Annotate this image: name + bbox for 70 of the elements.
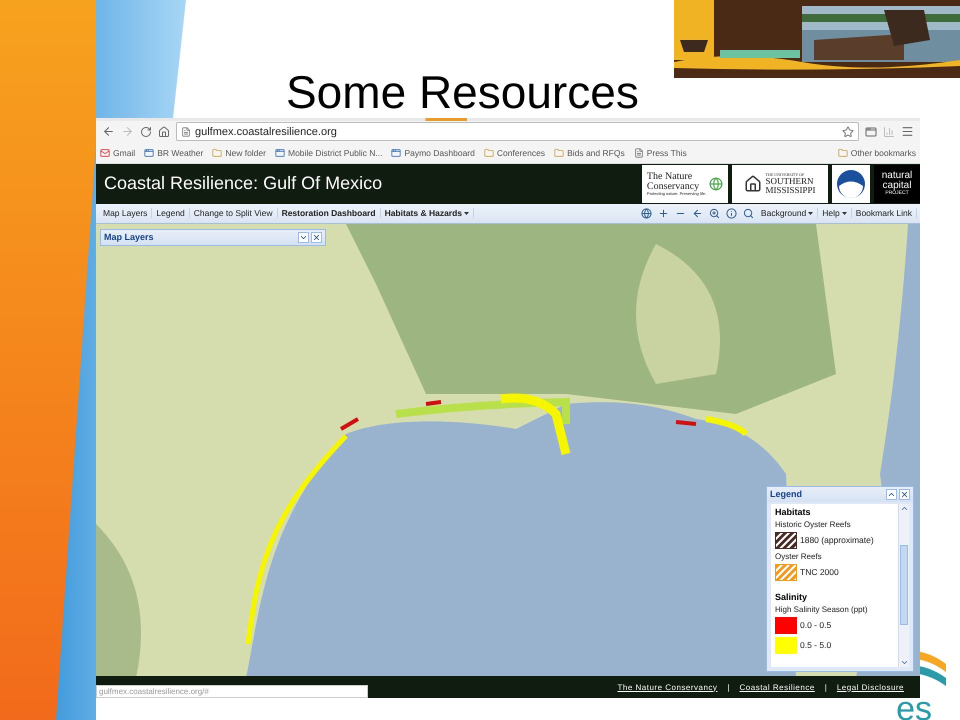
separator: | [824, 682, 827, 692]
toolbar-item[interactable]: Change to Split View [190, 208, 278, 218]
toolbar-item[interactable]: Background [756, 208, 818, 218]
panel-title: Map Layers [104, 232, 155, 242]
folder-icon [212, 148, 222, 158]
close-icon [900, 490, 909, 499]
app-title: Coastal Resilience: Gulf Of Mexico [104, 173, 384, 194]
bookmark[interactable]: Bids and RFQs [554, 148, 625, 158]
page-icon [181, 126, 191, 137]
expand-button[interactable] [298, 232, 309, 243]
footer-link[interactable]: Legal Disclosure [836, 682, 904, 692]
status-url: gulfmex.coastalresilience.org/# [96, 685, 368, 698]
reload-button[interactable] [140, 126, 152, 138]
bookmark[interactable]: Paymo Dashboard [391, 148, 475, 158]
app-icon [391, 148, 402, 158]
bookmark[interactable]: Conferences [484, 148, 546, 158]
legend-heading: Salinity [775, 592, 808, 602]
slide-title: Some Resources [286, 66, 639, 118]
bookmark[interactable]: Mobile District Public N... [274, 148, 382, 158]
menu-icon[interactable] [901, 125, 914, 138]
app-icon [144, 148, 154, 158]
search-icon[interactable] [742, 208, 754, 219]
bookmark[interactable]: Press This [634, 148, 687, 158]
collapse-button[interactable] [886, 488, 897, 500]
bookmark[interactable]: Other bookmarks [838, 148, 916, 158]
bookmark[interactable]: Gmail [100, 148, 136, 158]
toolbar-item[interactable]: Bookmark Link [852, 208, 917, 218]
extension-icon[interactable] [865, 126, 877, 138]
bookmark[interactable]: BR Weather [144, 148, 204, 158]
caret-icon [842, 212, 847, 215]
info-icon[interactable] [726, 208, 737, 219]
mail-icon [100, 148, 110, 158]
caret-icon [808, 212, 814, 215]
toolbar-item[interactable]: Habitats & Hazards [380, 208, 474, 218]
back-button[interactable] [102, 125, 115, 138]
caret-icon [464, 212, 470, 215]
legend-label: 0.0 - 0.5 [800, 620, 832, 630]
back-icon[interactable] [692, 208, 703, 219]
legend-label: 1880 (approximate) [800, 535, 874, 546]
globe-icon[interactable] [640, 208, 652, 219]
legend-label: TNC 2000 [800, 567, 839, 578]
toolbar-item[interactable]: Map Layers [99, 208, 152, 218]
folder-icon [838, 148, 848, 158]
legend-group-label: Oyster Reefs [775, 552, 823, 561]
zoom-icon[interactable] [708, 208, 720, 219]
legend-label: 0.5 - 5.0 [800, 640, 832, 650]
toolbar-item[interactable]: Legend [152, 208, 190, 218]
legend-heading: Habitats [775, 506, 812, 517]
scrollbar[interactable] [898, 504, 909, 667]
legend-group-label: High Salinity Season (ppt) [775, 604, 868, 614]
footer-link[interactable]: Coastal Resilience [740, 682, 815, 692]
address-bar[interactable]: gulfmex.coastalresilience.org [176, 122, 859, 142]
url-text: gulfmex.coastalresilience.org [195, 126, 337, 138]
zoom-in-icon[interactable] [658, 208, 669, 219]
toolbar-item[interactable]: Help [818, 208, 852, 218]
close-button[interactable] [899, 488, 910, 500]
folder-icon [554, 148, 564, 158]
page-icon [634, 148, 644, 158]
app-icon [274, 148, 285, 158]
bookmark[interactable]: New folder [212, 148, 266, 158]
panel-title: Legend [770, 489, 804, 500]
home-button[interactable] [158, 126, 170, 138]
star-icon[interactable] [842, 126, 854, 138]
close-button[interactable] [311, 232, 322, 243]
toolbar-item[interactable]: Restoration Dashboard [278, 208, 381, 218]
folder-icon [484, 148, 494, 158]
separator: | [727, 682, 730, 692]
footer-link[interactable]: The Nature Conservancy [618, 682, 718, 692]
legend-group-label: Historic Oyster Reefs [775, 520, 852, 529]
close-icon [312, 232, 321, 242]
